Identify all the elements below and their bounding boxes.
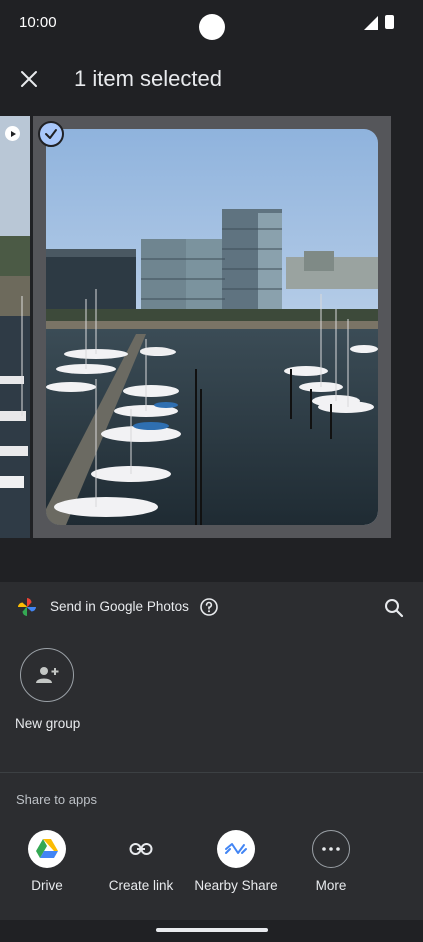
drive-icon: [28, 830, 66, 868]
more-icon: [312, 830, 350, 868]
selected-check-icon[interactable]: [38, 121, 64, 147]
new-group-label: New group: [15, 716, 81, 731]
app-label: Nearby Share: [194, 878, 278, 893]
share-to-apps-heading: Share to apps: [16, 792, 97, 807]
search-icon[interactable]: [382, 596, 406, 620]
help-icon[interactable]: [199, 597, 219, 617]
add-group-icon: [36, 667, 59, 683]
app-drive[interactable]: Drive: [2, 830, 92, 893]
previous-photo-thumbnail[interactable]: [0, 116, 30, 538]
page-title: 1 item selected: [74, 66, 222, 91]
google-photos-icon: [18, 598, 36, 616]
video-play-icon: [5, 126, 20, 141]
status-time: 10:00: [19, 14, 57, 31]
camera-cutout: [199, 14, 225, 40]
app-more[interactable]: More: [286, 830, 376, 893]
link-icon: [122, 830, 160, 868]
app-nearby-share[interactable]: Nearby Share: [191, 830, 281, 893]
divider: [0, 772, 423, 773]
new-group-button[interactable]: [20, 648, 74, 702]
app-create-link[interactable]: Create link: [96, 830, 186, 893]
app-label: Create link: [108, 878, 174, 893]
send-in-google-photos-label: Send in Google Photos: [50, 599, 189, 614]
app-label: Drive: [31, 878, 63, 893]
close-button[interactable]: [14, 64, 44, 94]
home-gesture-handle[interactable]: [156, 928, 268, 932]
selected-photo[interactable]: [46, 129, 378, 525]
battery-icon: [385, 15, 394, 29]
close-icon: [21, 71, 37, 87]
signal-icon: [364, 16, 378, 30]
app-label: More: [315, 878, 347, 893]
nearby-share-icon: [217, 830, 255, 868]
